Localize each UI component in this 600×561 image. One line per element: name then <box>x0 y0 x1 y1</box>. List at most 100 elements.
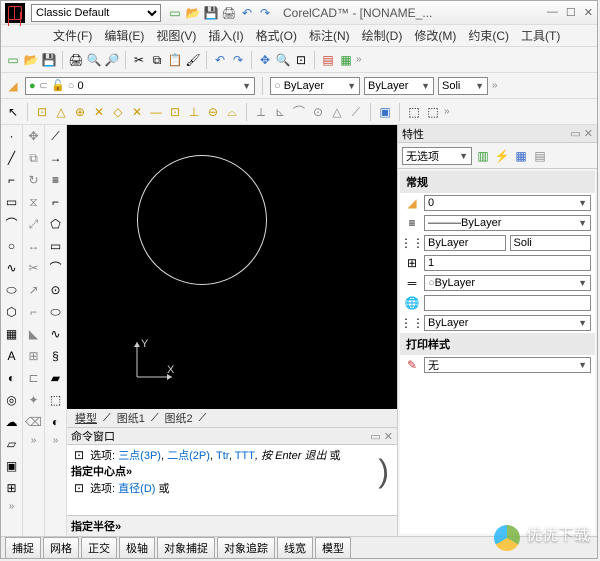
scale-icon[interactable]: ⤢ <box>26 215 42 233</box>
tab-model[interactable]: 模型 <box>71 409 101 427</box>
snap5-icon[interactable]: △ <box>329 104 345 120</box>
redo-icon[interactable]: ↷ <box>257 5 273 21</box>
spline-icon[interactable]: ∿ <box>4 259 20 277</box>
menu-modify[interactable]: 修改(M) <box>410 25 460 46</box>
zoom-icon[interactable]: 🔍 <box>275 52 291 68</box>
offset-icon[interactable]: ⊏ <box>26 369 42 387</box>
prop-scale[interactable]: 1 <box>424 255 591 271</box>
gradient-icon[interactable]: ◐ <box>48 413 64 431</box>
polygon-icon[interactable]: ⬡ <box>4 303 20 321</box>
explode-icon[interactable]: ✦ <box>26 391 42 409</box>
filter-icon[interactable]: ▣ <box>377 104 393 120</box>
boundary-icon[interactable]: ⬚ <box>48 391 64 409</box>
section-plotstyle[interactable]: 打印样式 <box>400 333 595 355</box>
menu-view[interactable]: 视图(V) <box>152 25 200 46</box>
overflow-icon[interactable]: » <box>9 501 15 512</box>
quick-icon[interactable]: ⚡ <box>494 148 510 164</box>
nearest-icon[interactable]: ⌓ <box>224 104 240 120</box>
extend-icon[interactable]: ↗ <box>26 281 42 299</box>
print-icon[interactable]: 🖨 <box>221 5 237 21</box>
undo-icon[interactable]: ↶ <box>239 5 255 21</box>
overflow-icon[interactable]: » <box>31 435 37 446</box>
prop-lweight[interactable]: ○ ByLayer▼ <box>424 275 591 291</box>
snap3-icon[interactable]: ⌒ <box>291 104 307 120</box>
menu-file[interactable]: 文件(F) <box>49 25 96 46</box>
new-icon[interactable]: ▭ <box>5 52 21 68</box>
menu-draw[interactable]: 绘制(D) <box>358 25 407 46</box>
save-icon[interactable]: 💾 <box>41 52 57 68</box>
command-input[interactable]: 指定半径» <box>67 515 397 536</box>
overflow-icon[interactable]: » <box>444 106 450 117</box>
properties-icon[interactable]: ▦ <box>338 52 354 68</box>
paste-icon[interactable]: 📋 <box>167 52 183 68</box>
menu-format[interactable]: 格式(O) <box>252 25 301 46</box>
stretch-icon[interactable]: ↔ <box>26 237 42 255</box>
select2-icon[interactable]: ⬚ <box>425 104 441 120</box>
status-osnap[interactable]: 对象捕捉 <box>157 537 215 559</box>
insertion-icon[interactable]: ⊡ <box>167 104 183 120</box>
array-icon[interactable]: ⊞ <box>26 347 42 365</box>
zoomwin-icon[interactable]: ⊡ <box>293 52 309 68</box>
trim-icon[interactable]: ✂ <box>26 259 42 277</box>
lineweight-combo[interactable]: Soli▼ <box>438 77 488 95</box>
erase-icon[interactable]: ⌫ <box>26 413 42 431</box>
mline-icon[interactable]: ≡ <box>48 171 64 189</box>
section-general[interactable]: 常规 <box>400 171 595 193</box>
open-icon[interactable]: 📂 <box>23 52 39 68</box>
selection-combo[interactable]: 无选项▼ <box>402 147 472 165</box>
color-combo[interactable]: ○ ByLayer▼ <box>270 77 360 95</box>
status-grid[interactable]: 网格 <box>43 537 79 559</box>
prop-lt3[interactable]: Soli <box>510 235 592 251</box>
layer-combo[interactable]: ● ⊂ 🔓 ○ 0 ▼ <box>25 77 255 95</box>
status-ortho[interactable]: 正交 <box>81 537 117 559</box>
find-icon[interactable]: 🔎 <box>104 52 120 68</box>
cursor-icon[interactable]: ↖ <box>5 104 21 120</box>
text-icon[interactable]: A <box>4 347 20 365</box>
node-icon[interactable]: ✕ <box>91 104 107 120</box>
ellipse-icon[interactable]: ⬭ <box>4 281 20 299</box>
revision-icon[interactable]: ☁ <box>4 413 20 431</box>
tangent-icon[interactable]: ⊖ <box>205 104 221 120</box>
snap4-icon[interactable]: ⊙ <box>310 104 326 120</box>
close-icon[interactable]: ▭ ✕ <box>570 127 593 140</box>
endpoint-icon[interactable]: ⊡ <box>34 104 50 120</box>
status-otrack[interactable]: 对象追踪 <box>217 537 275 559</box>
polygon2-icon[interactable]: ⬠ <box>48 215 64 233</box>
minimize-button[interactable]: — <box>547 6 558 19</box>
prop-plot[interactable]: ByLayer▼ <box>424 315 591 331</box>
save-icon[interactable]: 💾 <box>203 5 219 21</box>
snap1-icon[interactable]: ⟂ <box>253 104 269 120</box>
arc2-icon[interactable]: ⌒ <box>48 259 64 277</box>
xline-icon[interactable]: ⟋ <box>48 127 64 145</box>
status-lwt[interactable]: 线宽 <box>277 537 313 559</box>
layer-manager-icon[interactable]: ◢ <box>5 78 21 94</box>
extension-icon[interactable]: — <box>148 104 164 120</box>
menu-dimension[interactable]: 标注(N) <box>305 25 354 46</box>
overflow-icon[interactable]: » <box>53 435 59 446</box>
3dpoly-icon[interactable]: ⌐ <box>48 193 64 211</box>
brush-icon[interactable]: 🖌 <box>185 52 201 68</box>
helix-icon[interactable]: § <box>48 347 64 365</box>
point-icon[interactable]: · <box>4 127 20 145</box>
circle-icon[interactable]: ○ <box>4 237 20 255</box>
status-polar[interactable]: 极轴 <box>119 537 155 559</box>
mirror-icon[interactable]: ⧖ <box>26 193 42 211</box>
rectangle-icon[interactable]: ▭ <box>4 193 20 211</box>
menu-constraint[interactable]: 约束(C) <box>464 25 513 46</box>
maximize-button[interactable]: ☐ <box>566 6 576 19</box>
prop-linetype[interactable]: ——— ByLayer▼ <box>424 215 591 231</box>
table-icon[interactable]: ⊞ <box>4 479 20 497</box>
pick-icon[interactable]: ▥ <box>475 148 491 164</box>
close-button[interactable]: ✕ <box>584 6 593 19</box>
snap2-icon[interactable]: ⊾ <box>272 104 288 120</box>
prop-link[interactable] <box>424 295 591 311</box>
block-icon[interactable]: ▣ <box>4 457 20 475</box>
layers-icon[interactable]: ▤ <box>320 52 336 68</box>
preview-icon[interactable]: 🔍 <box>86 52 102 68</box>
copy-icon[interactable]: ⧉ <box>26 149 42 167</box>
status-snap[interactable]: 捕捉 <box>5 537 41 559</box>
menu-insert[interactable]: 插入(I) <box>204 25 247 46</box>
menu-edit[interactable]: 编辑(E) <box>100 25 148 46</box>
new-icon[interactable]: ▭ <box>167 5 183 21</box>
rect2-icon[interactable]: ▭ <box>48 237 64 255</box>
